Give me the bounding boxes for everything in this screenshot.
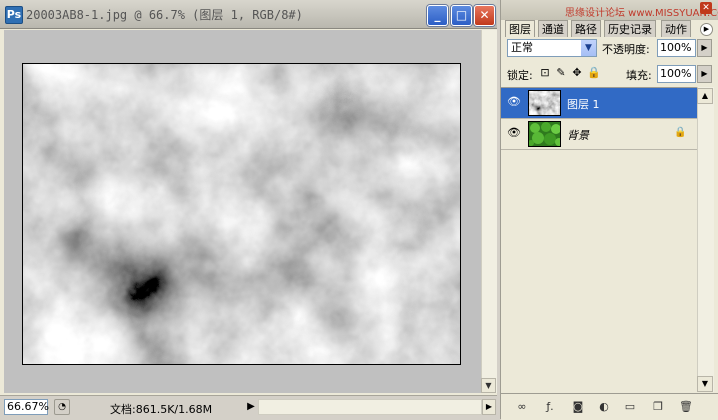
lock-all-icon[interactable]: 🔒	[587, 66, 601, 79]
scroll-down-icon[interactable]: ▼	[697, 376, 713, 392]
close-icon: ✕	[479, 8, 490, 22]
clouds-thumbnail	[529, 91, 560, 115]
leaves-thumbnail	[529, 122, 560, 146]
opacity-label: 不透明度:	[602, 43, 650, 56]
opacity-slider-icon[interactable]: ▶	[697, 39, 712, 57]
status-bar: 66.67% ◔ 文档:861.5K/1.68M ▶ ▶	[0, 395, 497, 420]
title-bar[interactable]: Ps 20003AB8-1.jpg @ 66.7% (图层 1, RGB/8#)…	[0, 0, 497, 29]
lock-label: 锁定:	[507, 69, 533, 82]
mask-icon[interactable]: ◙	[571, 401, 585, 413]
tab-history[interactable]: 历史记录	[604, 20, 656, 37]
window-title: 20003AB8-1.jpg @ 66.7% (图层 1, RGB/8#)	[26, 8, 303, 22]
layer-name: 图层 1	[567, 98, 600, 111]
chevron-down-icon[interactable]: ▼	[581, 40, 596, 56]
panel-tabs: 图层 通道 路径 历史记录 动作	[505, 20, 718, 37]
group-icon[interactable]: ▭	[623, 401, 637, 413]
scroll-up-icon[interactable]: ▲	[697, 88, 713, 104]
clouds-image	[23, 64, 460, 364]
layer-row-layer1[interactable]: 👁 图层 1	[501, 88, 697, 119]
status-options-icon[interactable]: ◔	[54, 399, 70, 415]
eye-icon[interactable]: 👁	[507, 96, 521, 108]
tab-actions[interactable]: 动作	[661, 20, 691, 37]
link-icon[interactable]: ∞	[515, 401, 529, 413]
layer-name: 背景	[567, 129, 589, 142]
maximize-icon: □	[455, 8, 468, 22]
fill-label: 填充:	[626, 69, 652, 82]
trash-icon[interactable]: 🗑	[679, 401, 693, 413]
opacity-input[interactable]: 100%	[657, 39, 696, 57]
blend-mode-value: 正常	[511, 41, 533, 54]
minimize-button[interactable]: _	[427, 5, 448, 26]
panel-menu-icon[interactable]: ▶	[700, 23, 713, 36]
adjustment-icon[interactable]: ◐	[597, 401, 611, 413]
scroll-right-icon[interactable]: ▶	[482, 399, 496, 415]
lock-transparency-icon[interactable]: ⊡	[539, 66, 551, 79]
lock-pixels-icon[interactable]: ✎	[555, 66, 567, 79]
photoshop-app-icon: Ps	[5, 6, 23, 24]
fill-input[interactable]: 100%	[657, 65, 696, 83]
tab-paths[interactable]: 路径	[571, 20, 601, 37]
close-button[interactable]: ✕	[474, 5, 495, 26]
layer-style-icon[interactable]: ƒ.	[543, 401, 557, 413]
horizontal-scrollbar[interactable]	[258, 399, 482, 415]
status-menu-arrow-icon[interactable]: ▶	[244, 399, 258, 415]
lock-icon: 🔒	[674, 127, 687, 138]
panel-bottom-toolbar: ∞ ƒ. ◙ ◐ ▭ ❐ 🗑	[501, 393, 718, 420]
layer-thumbnail	[528, 90, 561, 116]
panel-title-bar[interactable]: 思缘设计论坛 www.MISSYUAN.COM ✕	[501, 0, 718, 20]
blend-mode-select[interactable]: 正常 ▼	[507, 39, 597, 57]
tab-channels[interactable]: 通道	[538, 20, 568, 37]
document-size-info: 文档:861.5K/1.68M	[110, 403, 213, 416]
eye-icon[interactable]: 👁	[507, 127, 521, 139]
panel-close-icon[interactable]: ✕	[700, 2, 712, 14]
layers-scrollbar[interactable]	[697, 87, 714, 392]
maximize-button[interactable]: □	[451, 5, 472, 26]
zoom-input[interactable]: 66.67%	[4, 399, 49, 415]
tab-layers[interactable]: 图层	[505, 20, 535, 37]
minimize-icon: _	[434, 8, 441, 22]
lock-position-icon[interactable]: ✥	[571, 66, 583, 79]
new-layer-icon[interactable]: ❐	[651, 401, 665, 413]
layer-row-background[interactable]: 👁 背景 🔒	[501, 119, 697, 150]
layers-panel: 思缘设计论坛 www.MISSYUAN.COM ✕ 图层 通道 路径 历史记录 …	[500, 0, 718, 420]
watermark-text: 思缘设计论坛 www.MISSYUAN.COM	[565, 8, 718, 19]
vertical-scrollbar[interactable]	[481, 30, 497, 393]
image-canvas[interactable]	[22, 63, 461, 365]
canvas-area[interactable]	[4, 30, 481, 393]
document-window: Ps 20003AB8-1.jpg @ 66.7% (图层 1, RGB/8#)…	[0, 0, 497, 420]
layers-list: 👁 图层 1 👁 背景 🔒	[501, 87, 697, 393]
scroll-down-icon[interactable]: ▼	[481, 378, 496, 393]
layer-thumbnail	[528, 121, 561, 147]
fill-slider-icon[interactable]: ▶	[697, 65, 712, 83]
